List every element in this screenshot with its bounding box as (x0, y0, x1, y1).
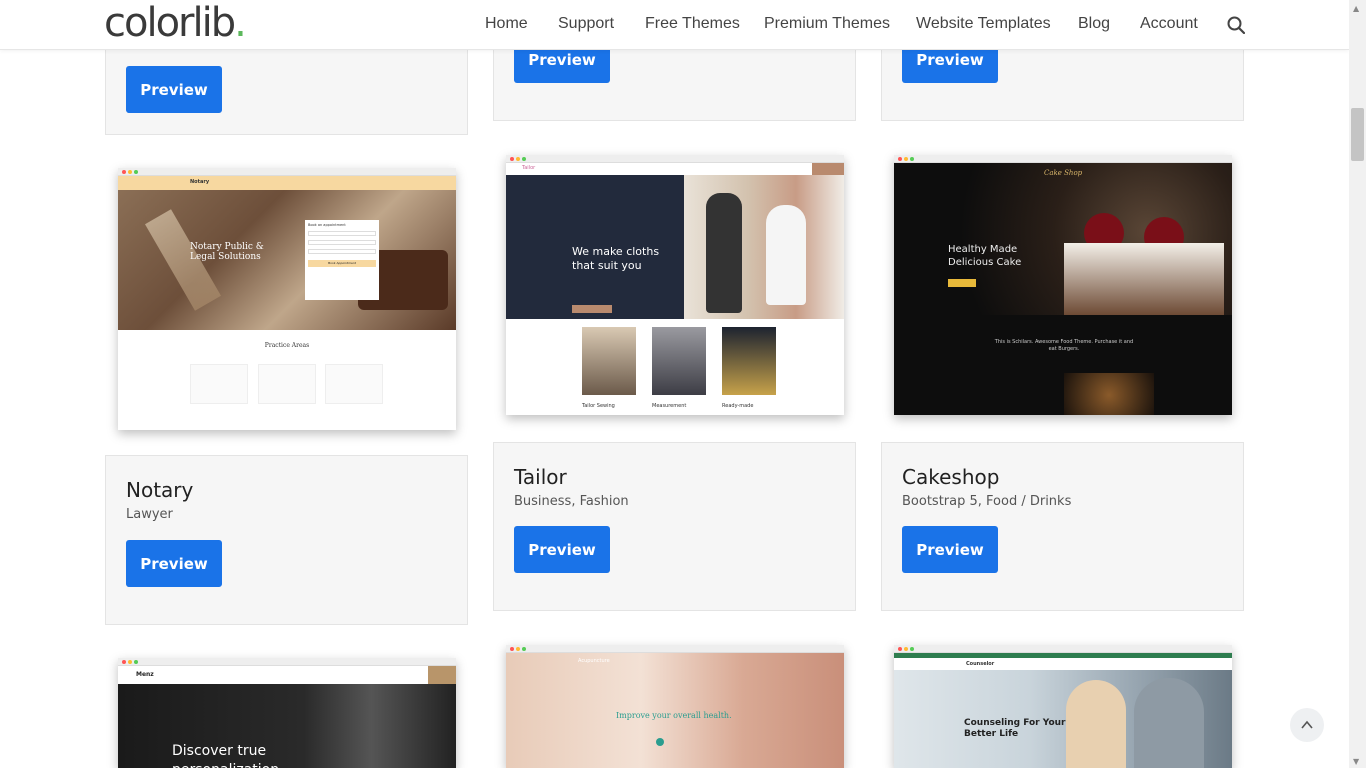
nav-account[interactable]: Account (1140, 15, 1198, 33)
counselor-hero: Counseling For Your Better Life (894, 670, 1232, 768)
nav-website-templates[interactable]: Website Templates (916, 15, 1051, 33)
menz-navbar: Menz (118, 666, 456, 684)
page: colorlib. Home Support Free Themes Premi… (0, 0, 1366, 768)
scroll-down-arrow-icon[interactable]: ▼ (1353, 757, 1359, 766)
nav-support[interactable]: Support (558, 15, 614, 33)
cakeshop-hero: Cake Shop Healthy Made Delicious Cake (894, 163, 1232, 315)
site-header: colorlib. Home Support Free Themes Premi… (0, 0, 1349, 50)
counselor-thumbnail[interactable]: Counselor Counseling For Your Better Lif… (894, 645, 1232, 768)
notary-form: Book an appointment Book Appointment (305, 220, 379, 300)
tailor-label: Ready-made (722, 403, 754, 409)
notary-brand: Notary (190, 179, 210, 185)
tailor-label: Tailor Sewing (582, 403, 615, 409)
notary-practice: Practice Areas (118, 330, 456, 430)
logo-dot: . (234, 0, 247, 46)
menz-brand: Menz (136, 671, 154, 678)
counselor-headline: Counseling For Your Better Life (964, 718, 1066, 739)
nav-free-themes[interactable]: Free Themes (645, 15, 740, 33)
tailor-services: Tailor Sewing Measurement Ready-made (506, 319, 844, 415)
browser-bar (894, 155, 1232, 163)
colorlib-logo[interactable]: colorlib. (104, 0, 247, 46)
card-categories[interactable]: Lawyer (126, 507, 173, 522)
preview-button[interactable]: Preview (126, 540, 222, 587)
notary-thumbnail[interactable]: Notary Notary Public & Legal Solutions B… (118, 168, 456, 430)
tailor-label: Measurement (652, 403, 687, 409)
tailor-thumbnail[interactable]: Tailor We make cloths that suit you Tail… (506, 155, 844, 415)
card-title[interactable]: Notary (126, 478, 193, 502)
browser-bar (118, 658, 456, 666)
cakeshop-intro: This is Schilars. Awesome Food Theme. Pu… (894, 315, 1232, 415)
browser-bar (118, 168, 456, 176)
notary-form-button: Book Appointment (308, 260, 376, 267)
acupuncture-hero: Acupuncture Improve your overall health. (506, 653, 844, 768)
card-categories[interactable]: Bootstrap 5, Food / Drinks (902, 494, 1071, 509)
logo-text: colorlib (104, 0, 236, 46)
tailor-navbar: Tailor (506, 163, 844, 175)
back-to-top-button[interactable] (1290, 708, 1324, 742)
nav-home[interactable]: Home (485, 15, 528, 33)
scrollbar-thumb[interactable] (1351, 108, 1364, 161)
acupuncture-thumbnail[interactable]: Acupuncture Improve your overall health. (506, 645, 844, 768)
tailor-hero: We make cloths that suit you (506, 175, 844, 319)
counselor-navbar: Counselor (894, 658, 1232, 670)
cakeshop-thumbnail[interactable]: Cake Shop Healthy Made Delicious Cake Th… (894, 155, 1232, 415)
acupuncture-headline: Improve your overall health. (616, 711, 732, 720)
tailor-headline: We make cloths that suit you (572, 245, 660, 272)
notary-headline: Notary Public & Legal Solutions (190, 242, 264, 262)
menz-headline: Discover true personalization. (172, 743, 284, 768)
notary-navbar: Notary (118, 176, 456, 190)
card-categories[interactable]: Business, Fashion (514, 494, 629, 509)
vertical-scrollbar[interactable]: ▲ ▼ (1349, 0, 1366, 768)
menz-thumbnail[interactable]: Menz Discover true personalization. (118, 658, 456, 768)
counselor-brand: Counselor (966, 661, 995, 667)
cakeshop-tagline: This is Schilars. Awesome Food Theme. Pu… (994, 339, 1134, 352)
notary-hero: Notary Public & Legal Solutions Book an … (118, 190, 456, 330)
cakeshop-headline: Healthy Made Delicious Cake (948, 244, 1022, 268)
cakeshop-brand: Cake Shop (1044, 169, 1083, 177)
acupuncture-brand: Acupuncture (578, 658, 610, 664)
tailor-brand: Tailor (522, 165, 536, 171)
preview-button[interactable]: Preview (902, 526, 998, 573)
preview-button[interactable]: Preview (514, 526, 610, 573)
scroll-up-arrow-icon[interactable]: ▲ (1353, 4, 1359, 13)
menz-hero: Discover true personalization. (118, 684, 456, 768)
preview-button[interactable]: Preview (126, 66, 222, 113)
browser-bar (894, 645, 1232, 653)
card-title[interactable]: Tailor (514, 465, 567, 489)
browser-bar (506, 645, 844, 653)
nav-blog[interactable]: Blog (1078, 15, 1110, 33)
notary-form-title: Book an appointment (308, 223, 346, 227)
notary-section-title: Practice Areas (264, 342, 310, 349)
search-icon[interactable] (1227, 16, 1245, 34)
nav-premium-themes[interactable]: Premium Themes (764, 15, 890, 33)
browser-bar (506, 155, 844, 163)
card-title[interactable]: Cakeshop (902, 465, 999, 489)
chevron-up-icon (1301, 720, 1313, 729)
